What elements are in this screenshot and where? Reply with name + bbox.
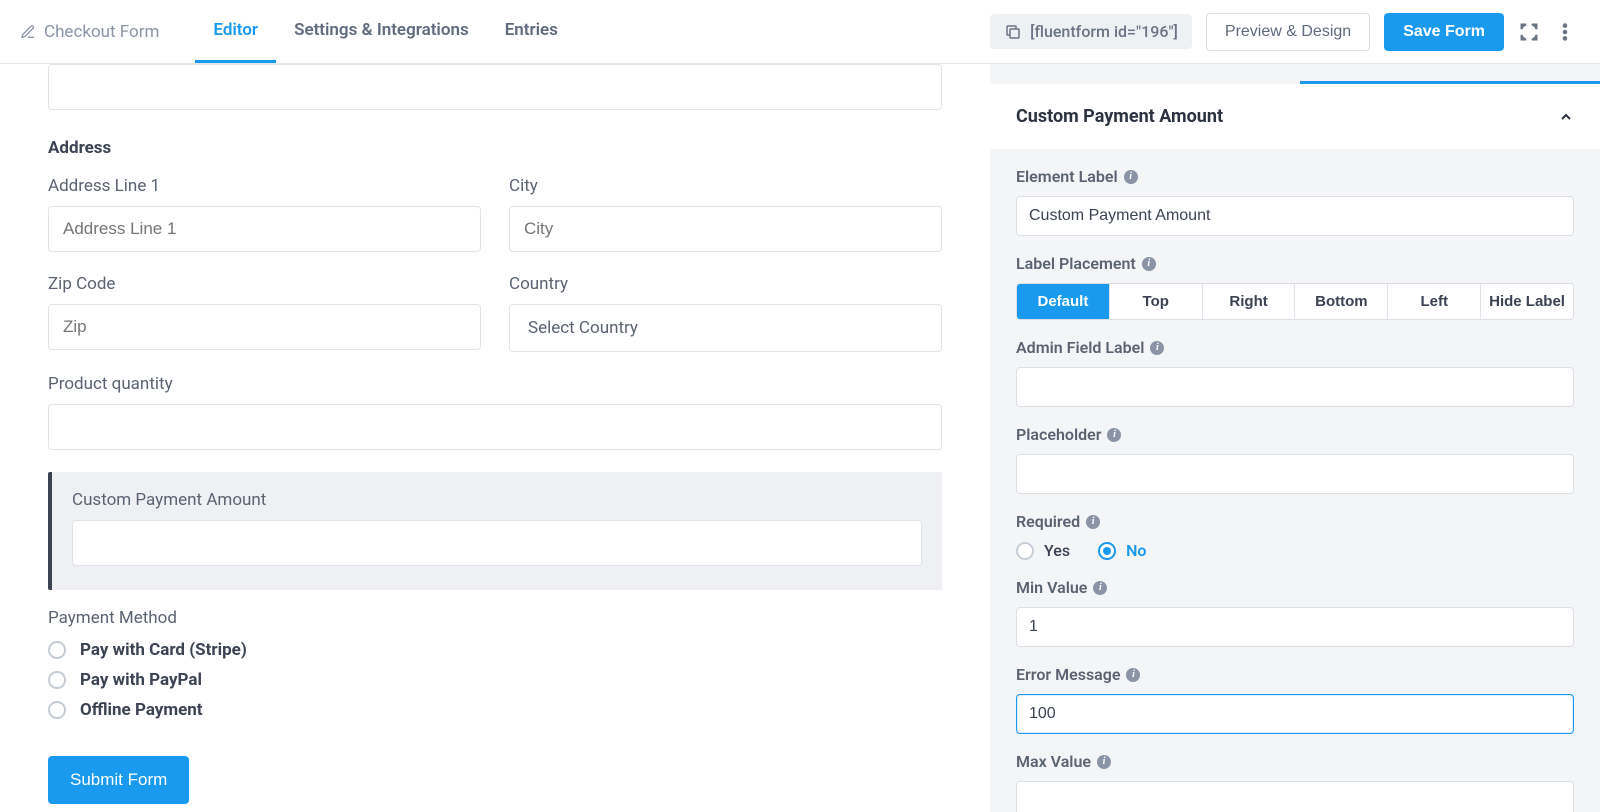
label-placement-left[interactable]: Left	[1388, 284, 1481, 319]
form-title-text: Checkout Form	[44, 22, 159, 42]
city-label: City	[509, 176, 942, 196]
required-label: Requiredi	[1016, 512, 1574, 531]
payment-method-label: Payment Method	[48, 608, 942, 628]
info-icon[interactable]: i	[1126, 668, 1140, 682]
placeholder-input[interactable]	[1016, 454, 1574, 494]
info-icon[interactable]: i	[1142, 257, 1156, 271]
tab-settings[interactable]: Settings & Integrations	[276, 0, 487, 63]
payment-option-offline[interactable]: Offline Payment	[48, 700, 942, 720]
error-message-label: Error Messagei	[1016, 665, 1574, 684]
tab-editor[interactable]: Editor	[195, 0, 276, 63]
element-label-input[interactable]	[1016, 196, 1574, 236]
submit-form-button[interactable]: Submit Form	[48, 756, 189, 804]
address-line-1-input[interactable]	[48, 206, 481, 252]
address-section-title: Address	[48, 138, 942, 158]
custom-payment-label: Custom Payment Amount	[72, 490, 922, 510]
chevron-up-icon	[1558, 109, 1574, 125]
label-placement-bottom[interactable]: Bottom	[1295, 284, 1388, 319]
info-icon[interactable]: i	[1093, 581, 1107, 595]
max-value-input[interactable]	[1016, 781, 1574, 812]
panel-title: Custom Payment Amount	[1016, 106, 1223, 127]
address-line-1-label: Address Line 1	[48, 176, 481, 196]
error-message-input[interactable]	[1016, 694, 1574, 734]
admin-field-label-input[interactable]	[1016, 367, 1574, 407]
label-placement-hide[interactable]: Hide Label	[1481, 284, 1573, 319]
city-input[interactable]	[509, 206, 942, 252]
label-placement-segmented: Default Top Right Bottom Left Hide Label	[1016, 283, 1574, 320]
payment-option-offline-label: Offline Payment	[80, 700, 203, 720]
info-icon[interactable]: i	[1086, 515, 1100, 529]
radio-icon	[48, 641, 66, 659]
required-no[interactable]: No	[1098, 541, 1146, 560]
radio-icon	[1098, 542, 1116, 560]
sidebar-tab-indicator	[990, 64, 1600, 84]
more-vertical-icon[interactable]	[1554, 21, 1576, 43]
selected-element-custom-payment[interactable]: Custom Payment Amount	[48, 472, 942, 590]
product-quantity-label: Product quantity	[48, 374, 942, 394]
payment-option-stripe-label: Pay with Card (Stripe)	[80, 640, 247, 660]
form-title[interactable]: Checkout Form	[12, 22, 167, 42]
placeholder-label: Placeholderi	[1016, 425, 1574, 444]
product-quantity-input[interactable]	[48, 404, 942, 450]
main-tabs: Editor Settings & Integrations Entries	[195, 0, 576, 63]
radio-icon	[1016, 542, 1034, 560]
info-icon[interactable]: i	[1107, 428, 1121, 442]
payment-option-stripe[interactable]: Pay with Card (Stripe)	[48, 640, 942, 660]
min-value-label: Min Valuei	[1016, 578, 1574, 597]
unlabeled-input[interactable]	[48, 64, 942, 110]
info-icon[interactable]: i	[1097, 755, 1111, 769]
country-select[interactable]: Select Country	[509, 304, 942, 352]
payment-option-paypal-label: Pay with PayPal	[80, 670, 202, 690]
panel-header-custom-payment[interactable]: Custom Payment Amount	[990, 84, 1600, 149]
label-placement-right[interactable]: Right	[1203, 284, 1296, 319]
tab-entries[interactable]: Entries	[487, 0, 576, 63]
radio-icon	[48, 671, 66, 689]
label-placement-label: Label Placementi	[1016, 254, 1574, 273]
shortcode-badge[interactable]: [fluentform id="196"]	[990, 14, 1192, 49]
custom-payment-input[interactable]	[72, 520, 922, 566]
copy-icon	[1004, 23, 1022, 41]
preview-design-button[interactable]: Preview & Design	[1206, 13, 1370, 51]
zip-code-label: Zip Code	[48, 274, 481, 294]
info-icon[interactable]: i	[1150, 341, 1164, 355]
payment-option-paypal[interactable]: Pay with PayPal	[48, 670, 942, 690]
min-value-input[interactable]	[1016, 607, 1574, 647]
form-editor-pane: Address Address Line 1 City Zip Code Cou…	[0, 64, 990, 812]
radio-icon	[48, 701, 66, 719]
max-value-label: Max Valuei	[1016, 752, 1574, 771]
zip-code-input[interactable]	[48, 304, 481, 350]
country-label: Country	[509, 274, 942, 294]
shortcode-text: [fluentform id="196"]	[1030, 22, 1178, 41]
label-placement-top[interactable]: Top	[1110, 284, 1203, 319]
info-icon[interactable]: i	[1124, 170, 1138, 184]
save-form-button[interactable]: Save Form	[1384, 13, 1504, 51]
pencil-icon	[20, 24, 36, 40]
required-yes[interactable]: Yes	[1016, 541, 1070, 560]
fullscreen-icon[interactable]	[1518, 21, 1540, 43]
element-label-label: Element Labeli	[1016, 167, 1574, 186]
admin-field-label-label: Admin Field Labeli	[1016, 338, 1574, 357]
options-sidebar: Custom Payment Amount Element Labeli Lab…	[990, 64, 1600, 812]
label-placement-default[interactable]: Default	[1017, 284, 1110, 319]
